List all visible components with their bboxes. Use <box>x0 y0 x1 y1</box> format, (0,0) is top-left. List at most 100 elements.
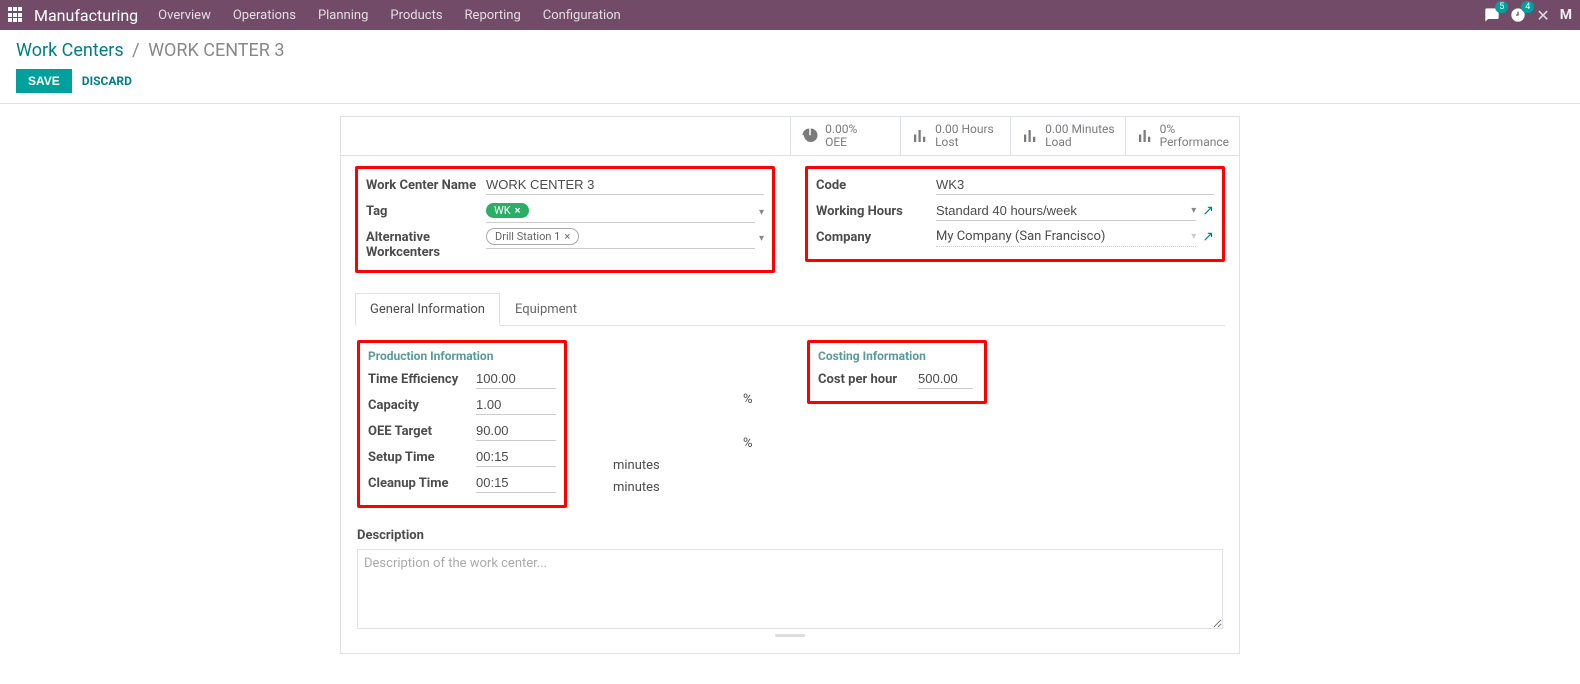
nav-operations[interactable]: Operations <box>233 8 296 23</box>
setup-minutes: minutes <box>613 458 660 473</box>
nav-overview[interactable]: Overview <box>158 8 211 23</box>
nav-reporting[interactable]: Reporting <box>465 8 521 23</box>
highlight-production: Production Information Time Efficiency C… <box>357 340 567 508</box>
save-button[interactable]: SAVE <box>16 69 72 93</box>
stat-oee[interactable]: 0.00%OEE <box>790 117 900 155</box>
alt-input[interactable]: Drill Station 1× <box>486 227 755 249</box>
alt-chip[interactable]: Drill Station 1× <box>486 228 579 245</box>
hours-label: Working Hours <box>816 201 936 219</box>
messaging-badge: 5 <box>1495 1 1508 13</box>
stat-load[interactable]: 0.00 MinutesLoad <box>1010 117 1125 155</box>
costing-col: Costing Information Cost per hour <box>807 340 1223 514</box>
right-col: Code Working Hours ▾ ↗ <box>805 166 1225 279</box>
field-working-hours: Working Hours ▾ ↗ <box>816 201 1214 223</box>
avatar[interactable]: M <box>1560 7 1572 23</box>
nav-menu: Overview Operations Planning Products Re… <box>158 8 621 23</box>
cleanup-label: Cleanup Time <box>368 473 476 491</box>
discard-button[interactable]: DISCARD <box>82 74 132 88</box>
pie-chart-icon <box>801 127 819 145</box>
tab-equipment[interactable]: Equipment <box>500 293 592 325</box>
field-name: Work Center Name <box>366 175 764 197</box>
breadcrumb-parent[interactable]: Work Centers <box>16 40 124 61</box>
header-two-col: Work Center Name Tag WK × ▾ <box>355 166 1225 279</box>
content-area: 0.00%OEE 0.00 HoursLost 0.00 MinutesLoad… <box>0 104 1580 684</box>
resize-handle[interactable] <box>357 633 1223 637</box>
hours-caret-icon[interactable]: ▾ <box>1191 205 1196 216</box>
stat-performance[interactable]: 0%Performance <box>1125 117 1239 155</box>
activities-badge: 4 <box>1521 1 1534 13</box>
cleanup-input[interactable] <box>476 473 556 493</box>
breadcrumb: Work Centers / WORK CENTER 3 <box>16 40 1564 61</box>
highlight-left: Work Center Name Tag WK × ▾ <box>355 166 775 273</box>
time-eff-input[interactable] <box>476 369 556 389</box>
description-label: Description <box>357 528 1223 543</box>
bar-chart-icon <box>911 127 929 145</box>
close-icon[interactable]: ✕ <box>1536 6 1549 25</box>
highlight-costing: Costing Information Cost per hour <box>807 340 987 404</box>
apps-icon[interactable] <box>8 7 24 23</box>
breadcrumb-current: WORK CENTER 3 <box>148 40 284 61</box>
bar-chart-icon <box>1136 127 1154 145</box>
name-label: Work Center Name <box>366 175 486 193</box>
oee-target-input[interactable] <box>476 421 556 441</box>
tag-chip[interactable]: WK × <box>486 203 529 218</box>
company-caret-icon[interactable]: ▾ <box>1191 231 1196 242</box>
field-company: Company My Company (San Francisco) ▾ ↗ <box>816 227 1214 249</box>
app-name[interactable]: Manufacturing <box>34 6 138 25</box>
alt-label: Alternative Workcenters <box>366 227 486 260</box>
setup-label: Setup Time <box>368 447 476 465</box>
stat-lost[interactable]: 0.00 HoursLost <box>900 117 1010 155</box>
field-cleanup-time: Cleanup Time <box>368 473 556 495</box>
tag-chip-text: WK <box>494 204 511 217</box>
form-sheet: 0.00%OEE 0.00 HoursLost 0.00 MinutesLoad… <box>340 116 1240 654</box>
code-input[interactable] <box>936 175 1214 195</box>
info-two-col: Production Information Time Efficiency C… <box>357 340 1223 514</box>
nav-configuration[interactable]: Configuration <box>543 8 621 23</box>
stat-lost-label: Lost <box>935 136 994 149</box>
left-col: Work Center Name Tag WK × ▾ <box>355 166 775 279</box>
highlight-right: Code Working Hours ▾ ↗ <box>805 166 1225 262</box>
control-buttons: SAVE DISCARD <box>16 69 1564 93</box>
description-input[interactable] <box>357 549 1223 629</box>
hours-external-link-icon[interactable]: ↗ <box>1202 203 1214 219</box>
field-time-eff: Time Efficiency <box>368 369 556 391</box>
oee-target-pct: % <box>743 436 753 451</box>
production-col: Production Information Time Efficiency C… <box>357 340 777 514</box>
field-tag: Tag WK × ▾ <box>366 201 764 223</box>
nav-planning[interactable]: Planning <box>318 8 368 23</box>
tabs: General Information Equipment <box>355 293 1225 326</box>
navbar: Manufacturing Overview Operations Planni… <box>0 0 1580 30</box>
name-input[interactable] <box>486 175 764 195</box>
cleanup-minutes: minutes <box>613 480 660 495</box>
breadcrumb-sep: / <box>132 40 139 61</box>
cph-input[interactable] <box>918 369 973 389</box>
cph-label: Cost per hour <box>818 369 918 387</box>
tag-label: Tag <box>366 201 486 219</box>
sheet-body: Work Center Name Tag WK × ▾ <box>341 156 1239 653</box>
alt-remove-icon[interactable]: × <box>564 230 570 243</box>
capacity-label: Capacity <box>368 395 476 413</box>
tag-input[interactable]: WK × <box>486 201 755 223</box>
stat-load-label: Load <box>1045 136 1115 149</box>
activities-icon[interactable]: 4 <box>1510 7 1526 23</box>
alt-caret-icon[interactable]: ▾ <box>759 233 764 244</box>
nav-products[interactable]: Products <box>390 8 442 23</box>
capacity-input[interactable] <box>476 395 556 415</box>
code-label: Code <box>816 175 936 193</box>
company-external-link-icon[interactable]: ↗ <box>1202 229 1214 245</box>
tab-general[interactable]: General Information <box>355 293 500 326</box>
bar-chart-icon <box>1021 127 1039 145</box>
company-label: Company <box>816 227 936 245</box>
hours-input-line: ▾ <box>936 201 1196 221</box>
company-input-line: My Company (San Francisco) ▾ <box>936 227 1196 247</box>
hours-input[interactable] <box>936 201 1187 220</box>
field-alt-wc: Alternative Workcenters Drill Station 1×… <box>366 227 764 260</box>
time-eff-label: Time Efficiency <box>368 369 476 387</box>
setup-input[interactable] <box>476 447 556 467</box>
messaging-icon[interactable]: 5 <box>1484 7 1500 23</box>
tag-remove-icon[interactable]: × <box>515 204 521 217</box>
tag-caret-icon[interactable]: ▾ <box>759 207 764 218</box>
stat-oee-label: OEE <box>825 136 857 149</box>
tab-content-general: Production Information Time Efficiency C… <box>355 326 1225 639</box>
field-capacity: Capacity <box>368 395 556 417</box>
